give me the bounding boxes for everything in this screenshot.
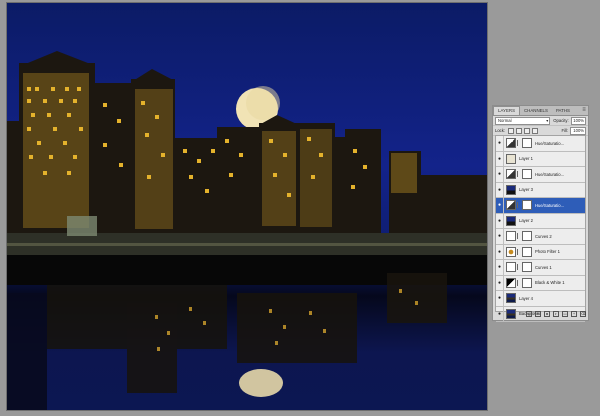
tab-layers[interactable]: LAYERS (493, 106, 521, 115)
layer-mask-thumbnail[interactable] (522, 169, 532, 180)
layer-name: Black & White 1 (535, 280, 565, 286)
layer-name: Photo Filter 1 (535, 249, 560, 255)
lock-transparency-icon[interactable] (508, 127, 515, 134)
layer-mask-thumbnail[interactable] (522, 231, 532, 242)
chain-link-icon[interactable] (517, 279, 521, 286)
new-layer-icon[interactable]: + (571, 311, 577, 317)
blend-row: Normal ▾ Opacity: 100% (493, 116, 588, 126)
layer-row[interactable]: ● Layer 2 (496, 213, 585, 229)
eye-icon[interactable]: ● (496, 167, 504, 182)
lock-pixels-icon[interactable] (516, 127, 523, 134)
lock-icons (508, 127, 539, 134)
layer-thumbnail (506, 169, 516, 180)
layer-mask-thumbnail[interactable] (522, 262, 532, 273)
adjustment-icon[interactable]: ◐ (553, 311, 559, 317)
layers-list: ● Hue/Saturatio... ● Layer 1 ● Hue/Saturatio.… (495, 135, 586, 322)
fill-field[interactable]: 100% (570, 126, 586, 135)
chain-link-icon[interactable] (517, 202, 521, 209)
layer-mask-thumbnail[interactable] (522, 138, 532, 149)
layer-thumbnail (506, 215, 516, 226)
layer-mask-thumbnail[interactable] (522, 246, 532, 257)
layer-mask-thumbnail[interactable] (522, 277, 532, 288)
layer-name: Curves 2 (535, 233, 552, 239)
eye-icon[interactable]: ● (496, 198, 504, 213)
layers-panel: LAYERS CHANNELS PATHS ≡ Normal ▾ Opacity… (492, 105, 589, 322)
eye-icon[interactable]: ● (496, 151, 504, 166)
blend-mode-select[interactable]: Normal ▾ (495, 116, 551, 125)
layer-row[interactable]: ● Layer 4 (496, 291, 585, 307)
group-icon[interactable]: ▭ (562, 311, 568, 317)
eye-icon[interactable]: ● (496, 182, 504, 197)
layer-row[interactable]: ● Hue/Saturatio... (496, 136, 585, 152)
layer-row[interactable]: ● Curves 1 (496, 260, 585, 276)
fx-icon[interactable]: f (535, 311, 541, 317)
chain-link-icon[interactable] (517, 233, 521, 240)
layer-row[interactable]: ● Black & White 1 (496, 275, 585, 291)
panel-menu-icon[interactable]: ≡ (580, 107, 588, 115)
layer-thumbnail (506, 293, 516, 304)
blend-mode-value: Normal (498, 117, 512, 123)
layer-thumbnail (506, 262, 516, 273)
chain-link-icon[interactable] (517, 140, 521, 147)
tab-channels[interactable]: CHANNELS (520, 107, 552, 115)
layer-thumbnail (506, 246, 516, 257)
layer-row[interactable]: ● Layer 3 (496, 182, 585, 198)
moon-reflection (239, 369, 283, 397)
night-city-photo (7, 51, 487, 410)
link-icon[interactable]: ∞ (526, 311, 532, 317)
chain-link-icon[interactable] (517, 264, 521, 271)
panel-tabs: LAYERS CHANNELS PATHS ≡ (493, 106, 588, 116)
lock-position-icon[interactable] (524, 127, 531, 134)
chain-link-icon[interactable] (517, 248, 521, 255)
opacity-field[interactable]: 100% (570, 116, 586, 125)
eye-icon[interactable]: ● (496, 213, 504, 228)
eye-icon[interactable]: ● (496, 244, 504, 259)
layer-thumbnail (506, 200, 516, 211)
layer-row[interactable]: ● Photo Filter 1 (496, 244, 585, 260)
chain-link-icon[interactable] (517, 171, 521, 178)
lock-label: Lock: (495, 128, 506, 133)
panel-footer: ∞ f ◘ ◐ ▭ + ⌫ (495, 310, 586, 318)
eye-icon[interactable]: ● (496, 275, 504, 290)
layer-name: Hue/Saturatio... (535, 140, 565, 146)
mask-icon[interactable]: ◘ (544, 311, 550, 317)
layer-thumbnail (506, 231, 516, 242)
eye-icon[interactable]: ● (496, 136, 504, 151)
layer-row[interactable]: ● Hue/Saturatio... (496, 167, 585, 183)
layer-name: Layer 2 (519, 218, 533, 224)
lock-all-icon[interactable] (532, 127, 539, 134)
document-canvas[interactable] (6, 2, 488, 411)
fill-label: Fill: (561, 128, 568, 133)
layer-name: Hue/Saturatio... (535, 171, 565, 177)
opacity-label: Opacity: (553, 118, 569, 123)
trash-icon[interactable]: ⌫ (580, 311, 586, 317)
layer-thumbnail (506, 277, 516, 288)
layer-thumbnail (506, 184, 516, 195)
eye-icon[interactable]: ● (496, 260, 504, 275)
chevron-down-icon: ▾ (546, 117, 549, 123)
layer-row[interactable]: ● Layer 1 (496, 151, 585, 167)
layer-name: Curves 1 (535, 264, 552, 270)
tab-paths[interactable]: PATHS (552, 107, 574, 115)
layer-row[interactable]: ● Hue/Saturatio... (496, 198, 585, 214)
layer-mask-thumbnail[interactable] (522, 200, 532, 211)
eye-icon[interactable]: ● (496, 229, 504, 244)
layer-thumbnail (506, 153, 516, 164)
layer-name: Layer 4 (519, 295, 533, 301)
layer-name: Hue/Saturatio... (535, 202, 565, 208)
eye-icon[interactable]: ● (496, 291, 504, 306)
layer-row[interactable]: ● Curves 2 (496, 229, 585, 245)
layer-thumbnail (506, 138, 516, 149)
layer-name: Layer 1 (519, 156, 533, 162)
layer-name: Layer 3 (519, 187, 533, 193)
